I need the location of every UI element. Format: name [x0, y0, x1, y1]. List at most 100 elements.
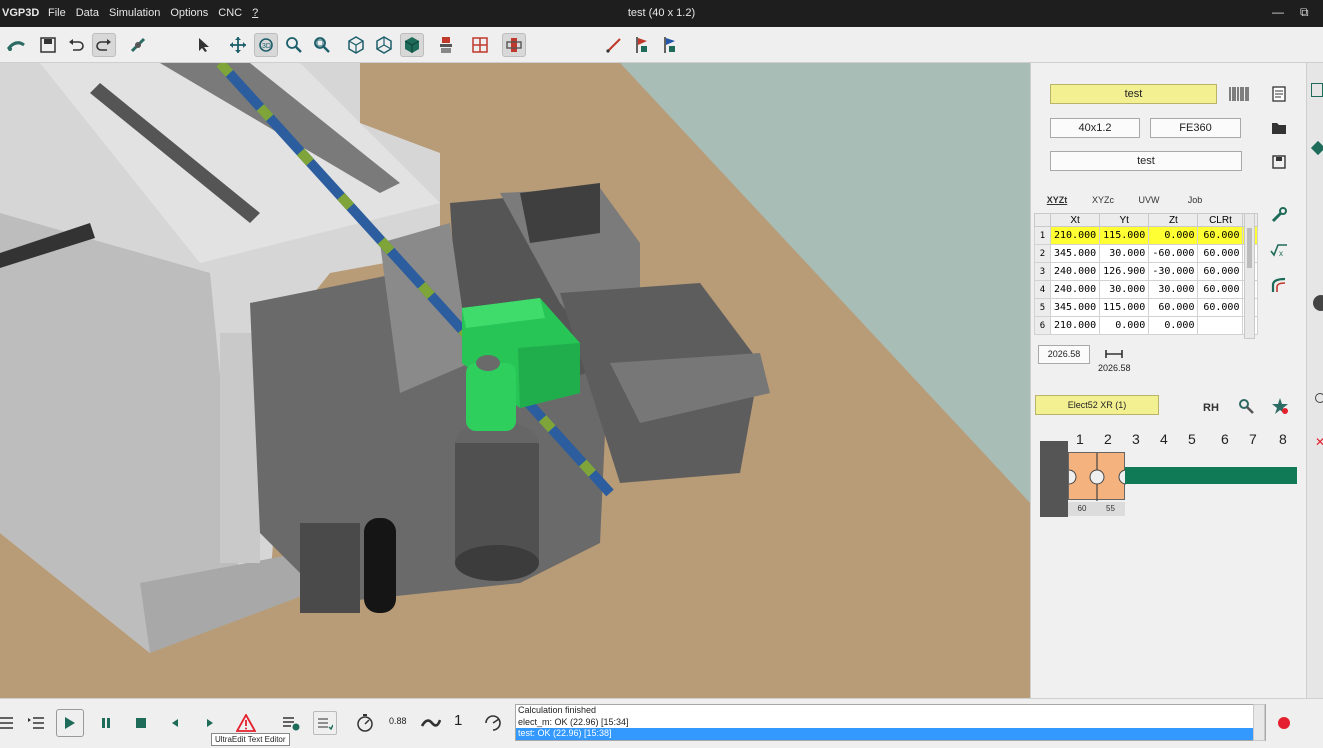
save-icon[interactable] [36, 33, 60, 57]
view-iso-icon[interactable] [344, 33, 368, 57]
column-header-yt[interactable]: Yt [1099, 213, 1150, 227]
wrench-icon[interactable] [1269, 205, 1289, 225]
column-header-clrt[interactable]: CLRt [1197, 213, 1244, 227]
cell-zt[interactable]: 30.000 [1148, 280, 1199, 299]
undo-icon[interactable] [64, 33, 88, 57]
measure-icon[interactable] [602, 33, 626, 57]
redo-icon[interactable] [92, 33, 116, 57]
select-pointer-icon[interactable] [192, 33, 216, 57]
menu-options[interactable]: Options [170, 7, 208, 19]
cell-xt[interactable]: 210.000 [1049, 226, 1101, 245]
table-row[interactable]: 1 210.000 115.000 0.000 60.000 1 [1034, 226, 1259, 245]
table-row[interactable]: 5 345.000 115.000 60.000 60.000 1 [1034, 298, 1259, 317]
column-header-zt[interactable]: Zt [1148, 213, 1199, 227]
tab-xyzc[interactable]: XYZc [1080, 195, 1126, 205]
table-row[interactable]: 3 240.000 126.900 -30.000 60.000 1 [1034, 262, 1259, 281]
table-scrollbar[interactable] [1244, 213, 1255, 339]
view-shaded-icon[interactable] [400, 33, 424, 57]
cell-zt[interactable]: -60.000 [1148, 244, 1199, 263]
step-back-button[interactable] [163, 711, 187, 735]
pause-button[interactable] [94, 711, 118, 735]
cell-xt[interactable]: 240.000 [1049, 262, 1101, 281]
cell-clrt[interactable]: 60.000 [1197, 280, 1244, 299]
menu-help[interactable]: ? [252, 7, 258, 19]
side-circle-icon[interactable] [1313, 295, 1323, 311]
part-name-field[interactable]: test [1050, 84, 1217, 104]
speed-tube-icon[interactable] [419, 711, 443, 735]
side-ring-icon[interactable] [1315, 393, 1323, 403]
flag-red-icon[interactable] [630, 33, 654, 57]
menu-file[interactable]: File [48, 7, 66, 19]
cell-xt[interactable]: 345.000 [1049, 298, 1101, 317]
cell-yt[interactable]: 126.900 [1099, 262, 1150, 281]
cell-yt[interactable]: 0.000 [1099, 316, 1150, 335]
die-stack[interactable] [1068, 452, 1126, 501]
coordinates-table[interactable]: Xt Yt Zt CLRt T 1 210.000 115.000 0.000 … [1034, 213, 1259, 335]
document-icon[interactable] [1269, 84, 1289, 104]
zoom-extents-icon[interactable] [310, 33, 334, 57]
machine-head-icon[interactable] [434, 33, 458, 57]
add-step-icon[interactable] [279, 711, 303, 735]
flag-blue-icon[interactable] [658, 33, 682, 57]
side-doc-icon[interactable] [1311, 83, 1323, 97]
cell-clrt[interactable]: 60.000 [1197, 262, 1244, 281]
restore-icon[interactable]: ⧉ [1300, 5, 1309, 20]
save-program-icon[interactable] [1269, 152, 1289, 172]
cell-yt[interactable]: 30.000 [1099, 244, 1150, 263]
table-row[interactable]: 6 210.000 0.000 0.000 [1034, 316, 1259, 335]
minimize-icon[interactable]: — [1272, 5, 1284, 19]
side-alert-icon[interactable]: ✕ [1315, 435, 1323, 449]
cell-yt[interactable]: 115.000 [1099, 226, 1150, 245]
side-shape-icon[interactable] [1310, 140, 1323, 156]
timer-icon[interactable] [353, 711, 377, 735]
step-options-icon[interactable] [313, 711, 337, 735]
camera-follow-icon[interactable] [481, 711, 505, 735]
table-row[interactable]: 4 240.000 30.000 30.000 60.000 1 [1034, 280, 1259, 299]
cell-clrt[interactable]: 60.000 [1197, 298, 1244, 317]
table-scrollbar-thumb[interactable] [1247, 228, 1252, 268]
cell-zt[interactable]: -30.000 [1148, 262, 1199, 281]
list-steps-icon[interactable] [24, 711, 48, 735]
column-header-xt[interactable]: Xt [1049, 213, 1101, 227]
view-wire-icon[interactable] [372, 33, 396, 57]
step-list-icon[interactable] [0, 711, 18, 735]
rotate-3d-icon[interactable]: 3D [254, 33, 278, 57]
collision-warning-icon[interactable] [234, 711, 258, 735]
simulation-3d-view[interactable] [0, 63, 1030, 698]
program-name-field[interactable]: test [1050, 151, 1242, 171]
tab-xyzt[interactable]: XYZt [1034, 195, 1080, 205]
cell-clrt[interactable] [1197, 316, 1244, 335]
cell-xt[interactable]: 240.000 [1049, 280, 1101, 299]
menu-cnc[interactable]: CNC [218, 7, 242, 19]
favorite-star-icon[interactable] [1270, 396, 1290, 416]
curve-tool-icon[interactable] [1269, 275, 1289, 295]
log-scrollbar[interactable] [1253, 704, 1265, 741]
tab-job[interactable]: Job [1172, 195, 1218, 205]
cell-zt[interactable]: 0.000 [1148, 316, 1199, 335]
record-button[interactable] [1278, 717, 1290, 729]
grid-icon[interactable] [468, 33, 492, 57]
pan-icon[interactable] [226, 33, 250, 57]
table-row[interactable]: 2 345.000 30.000 -60.000 60.000 1 [1034, 244, 1259, 263]
machine-settings-icon[interactable] [1236, 396, 1256, 416]
stop-button[interactable] [129, 711, 153, 735]
cell-clrt[interactable]: 60.000 [1197, 226, 1244, 245]
cell-xt[interactable]: 210.000 [1049, 316, 1101, 335]
step-forward-button[interactable] [198, 711, 222, 735]
clamp-view-icon[interactable] [502, 33, 526, 57]
barcode-icon[interactable] [1229, 84, 1249, 104]
material-field[interactable]: FE360 [1150, 118, 1241, 138]
new-project-icon[interactable] [4, 33, 28, 57]
cell-clrt[interactable]: 60.000 [1197, 244, 1244, 263]
formula-icon[interactable]: x [1269, 240, 1289, 260]
log-line-selected[interactable]: test: OK (22.96) [15:38] [516, 728, 1265, 740]
cell-zt[interactable]: 60.000 [1148, 298, 1199, 317]
bend-tool-icon[interactable] [126, 33, 150, 57]
zoom-icon[interactable] [282, 33, 306, 57]
tube-length-field[interactable]: 2026.58 [1038, 345, 1090, 364]
cell-xt[interactable]: 345.000 [1049, 244, 1101, 263]
message-log[interactable]: Calculation finished elect_m: OK (22.96)… [515, 704, 1266, 741]
menu-simulation[interactable]: Simulation [109, 7, 160, 19]
tube-size-field[interactable]: 40x1.2 [1050, 118, 1140, 138]
cell-yt[interactable]: 115.000 [1099, 298, 1150, 317]
